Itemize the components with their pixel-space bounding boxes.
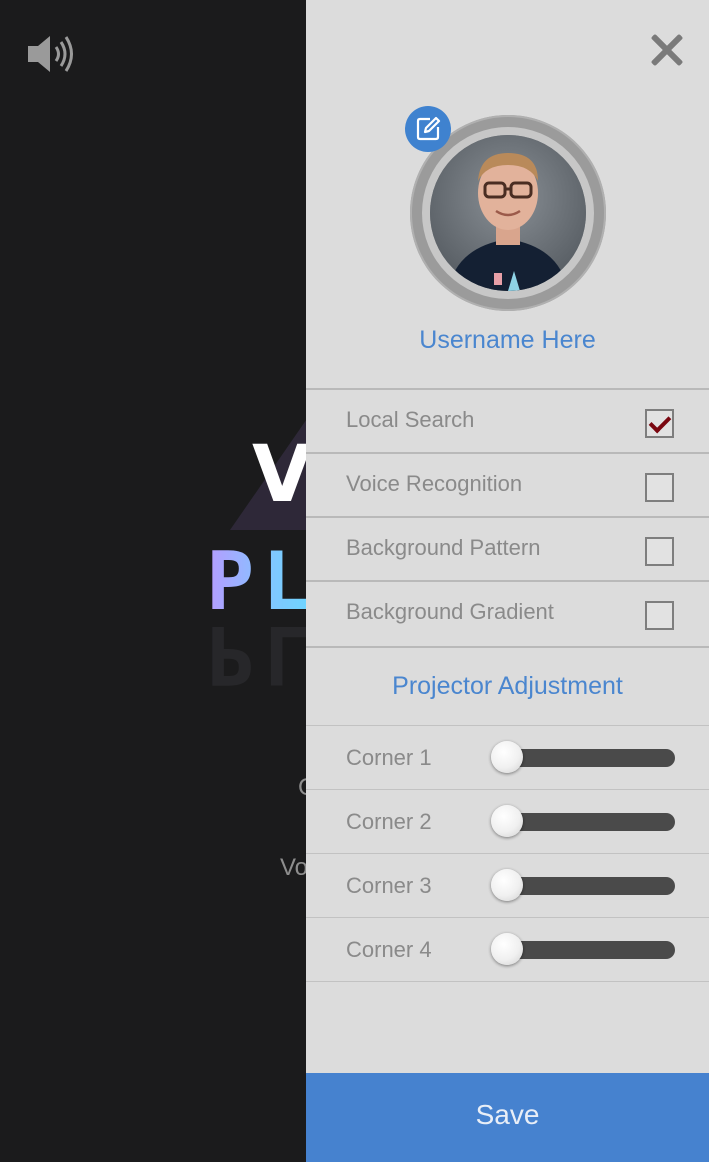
volume-icon[interactable] bbox=[26, 32, 78, 76]
slider-label: Corner 2 bbox=[346, 809, 432, 834]
username: Username Here bbox=[419, 326, 596, 354]
corner-1-slider-thumb[interactable] bbox=[491, 741, 523, 773]
slider-row-corner-2: Corner 2 bbox=[306, 789, 709, 853]
toggle-background-pattern: Background Pattern bbox=[306, 516, 709, 581]
voice-recognition-checkbox[interactable] bbox=[645, 473, 674, 502]
close-button[interactable] bbox=[642, 26, 690, 74]
save-label: Save bbox=[475, 1099, 540, 1130]
slider-label: Corner 1 bbox=[346, 745, 432, 770]
corner-3-slider-thumb[interactable] bbox=[491, 869, 523, 901]
logo-reflection: PL bbox=[206, 608, 319, 701]
local-search-checkbox[interactable] bbox=[645, 409, 674, 438]
toggle-label: Voice Recognition bbox=[346, 471, 523, 496]
corner-4-slider-thumb[interactable] bbox=[491, 933, 523, 965]
toggle-label: Background Gradient bbox=[346, 599, 554, 624]
corner-2-slider-thumb[interactable] bbox=[491, 805, 523, 837]
background-gradient-checkbox[interactable] bbox=[645, 601, 674, 630]
save-button[interactable]: Save bbox=[306, 1073, 709, 1162]
settings-panel: Username Here Local Search Voice Recogni… bbox=[306, 0, 709, 1162]
toggle-label: Background Pattern bbox=[346, 535, 541, 560]
edit-icon bbox=[416, 116, 441, 141]
toggle-voice-recognition: Voice Recognition bbox=[306, 452, 709, 517]
slider-row-corner-3: Corner 3 bbox=[306, 853, 709, 917]
toggle-label: Local Search bbox=[346, 407, 475, 432]
edit-avatar-button[interactable] bbox=[405, 106, 451, 152]
projector-adjustment-header: Projector Adjustment bbox=[306, 646, 709, 726]
slider-label: Corner 3 bbox=[346, 873, 432, 898]
slider-row-corner-4: Corner 4 bbox=[306, 917, 709, 981]
background-pattern-checkbox[interactable] bbox=[645, 537, 674, 566]
background-text-2: Vo bbox=[280, 854, 309, 881]
toggle-background-gradient: Background Gradient bbox=[306, 580, 709, 645]
divider bbox=[306, 981, 709, 982]
slider-label: Corner 4 bbox=[346, 937, 432, 962]
toggle-local-search: Local Search bbox=[306, 388, 709, 453]
profile-photo bbox=[430, 135, 586, 291]
section-title: Projector Adjustment bbox=[392, 672, 623, 700]
slider-row-corner-1: Corner 1 bbox=[306, 725, 709, 789]
avatar-frame bbox=[422, 127, 594, 299]
